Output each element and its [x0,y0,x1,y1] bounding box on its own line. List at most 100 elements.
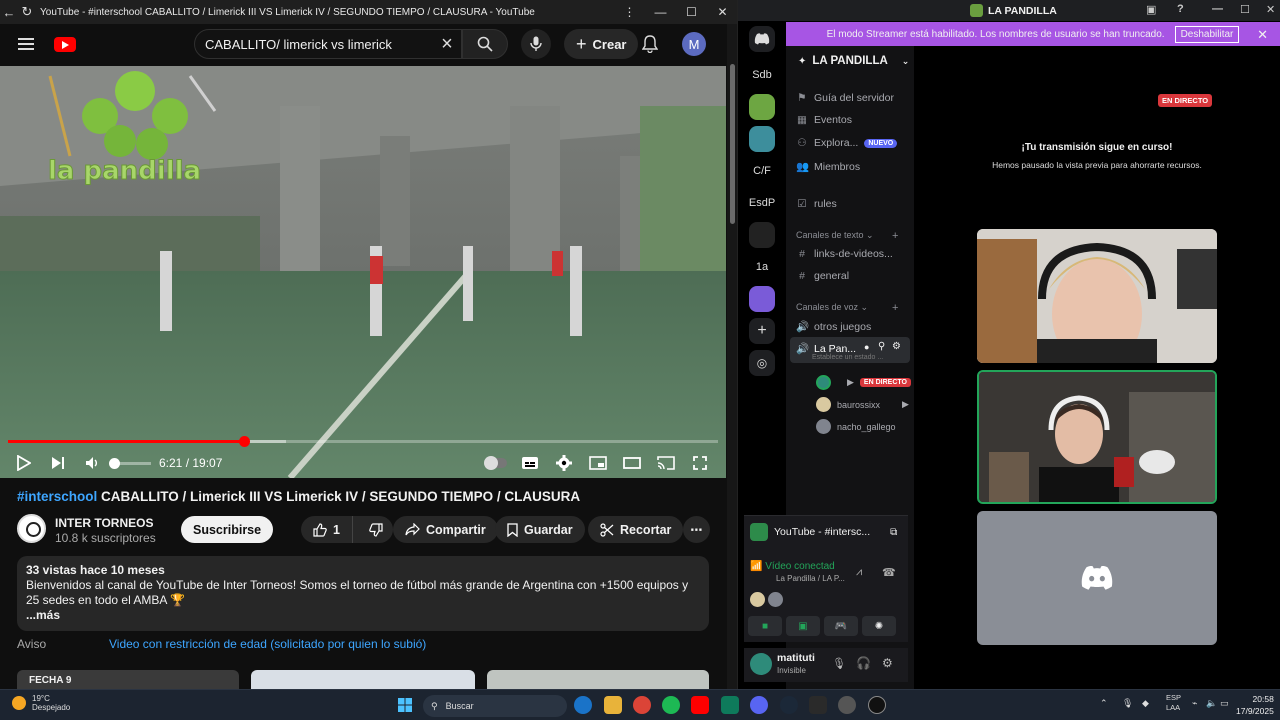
popout-icon[interactable]: ⧉ [890,527,897,538]
text-category[interactable]: Canales de texto ⌄ + [796,230,898,242]
fullscreen-button[interactable] [683,448,717,478]
video-tile-2[interactable] [977,370,1217,504]
server-pixel-3[interactable] [749,222,775,248]
reload-icon[interactable]: ↻ [18,4,36,20]
video-tile-1[interactable] [977,229,1217,363]
help-icon[interactable]: ? [1177,3,1184,15]
server-cf[interactable]: C/F [749,158,775,184]
voice-user-3[interactable]: nacho_gallego [816,419,896,434]
noise-suppression-icon[interactable]: ⩘ [856,566,862,579]
related-thumb-1[interactable]: FECHA 9 [17,670,239,689]
camera-button[interactable]: ■ [748,616,782,636]
tray-app-icon[interactable]: ◆ [1142,698,1149,709]
voice-search-button[interactable] [521,29,551,59]
nav-events[interactable]: ▦ Eventos [796,114,852,126]
account-avatar[interactable]: M [682,32,706,56]
invite-icon[interactable]: ⚲ [878,341,885,352]
minimize-icon[interactable]: — [1212,3,1223,15]
progress-bar[interactable] [8,436,718,447]
tray-chevron-icon[interactable]: ⌃ [1100,698,1108,709]
theater-button[interactable] [615,448,649,478]
taskbar-search[interactable]: ⚲ Buscar [423,695,567,717]
play-button[interactable] [7,448,41,478]
server-purple[interactable] [749,286,775,312]
channel-links[interactable]: # links-de-videos... [796,248,893,260]
save-button[interactable]: Guardar [495,516,585,543]
menu-kebab-icon[interactable]: ⋮ [614,5,645,19]
clear-search-icon[interactable]: × [433,33,461,56]
xbox-icon[interactable] [721,696,739,714]
server-pixel-1[interactable] [749,94,775,120]
activities-button[interactable]: 🎮 [824,616,858,636]
disable-streamer-button[interactable]: Deshabilitar [1174,25,1240,43]
close-icon[interactable]: ✕ [707,5,737,19]
server-esdp[interactable]: EsdP [749,190,775,216]
video-player[interactable]: la pandilla 6:21 / 19:07 [0,66,726,478]
steam-icon[interactable] [780,696,798,714]
nav-explore[interactable]: ⚇ Explora... NUEVO [796,137,898,149]
related-thumb-3[interactable] [487,670,709,689]
autoplay-toggle[interactable] [479,448,513,478]
scrollbar-thumb[interactable] [730,64,735,224]
discord-home-icon[interactable] [749,26,775,52]
network-icon[interactable]: ⌁ [1192,698,1197,709]
maximize-icon[interactable]: ☐ [676,5,707,19]
start-button[interactable] [396,696,414,714]
subscribe-button[interactable]: Suscribirse [181,516,274,543]
nav-server-guide[interactable]: ⚑ Guía del servidor [796,92,894,104]
subtitles-button[interactable] [513,448,547,478]
language-indicator[interactable]: ESP LAA [1166,693,1181,713]
user-avatar[interactable] [750,653,772,675]
voice-otros-juegos[interactable]: 🔊 otros juegos [796,320,871,334]
search-input[interactable] [195,36,433,52]
mute-button[interactable] [75,448,109,478]
microphone-icon[interactable]: 🎙 [832,657,846,670]
spotify-icon[interactable] [662,696,680,714]
next-button[interactable] [41,448,75,478]
minimize-icon[interactable]: — [645,5,676,19]
channel-avatar[interactable] [17,514,46,543]
voice-user-2[interactable]: baurossixx ▶ [816,397,909,412]
notifications-bell-icon[interactable] [640,34,660,54]
file-explorer-icon[interactable] [604,696,622,714]
username[interactable]: matituti [777,652,815,664]
close-banner-icon[interactable]: ✕ [1257,27,1268,43]
chrome-icon[interactable] [633,696,651,714]
epic-games-icon[interactable] [809,696,827,714]
headphones-icon[interactable]: 🎧 [856,656,871,670]
soundboard-button[interactable]: ✺ [862,616,896,636]
progress-scrubber[interactable] [238,436,250,447]
tray-mic-icon[interactable]: 🎙 [1122,698,1133,709]
screen-share-button[interactable]: ▣ [786,616,820,636]
add-server-icon[interactable]: + [749,318,775,344]
obs-icon[interactable] [868,696,886,714]
create-button[interactable]: + Crear [564,29,639,59]
add-channel-icon[interactable]: + [892,230,898,242]
video-tile-3[interactable] [977,511,1217,645]
search-button[interactable] [462,29,508,59]
miniplayer-button[interactable] [581,448,615,478]
youtube-logo[interactable] [54,36,76,52]
close-icon[interactable]: ✕ [1266,3,1275,16]
volume-knob[interactable] [109,457,120,469]
cast-button[interactable] [649,448,683,478]
like-button[interactable]: 1 [301,516,353,543]
voice-category[interactable]: Canales de voz ⌄ + [796,302,898,314]
back-arrow-icon[interactable]: ← [0,5,18,20]
guild-header[interactable]: ✦ LA PANDILLA ⌄ [798,55,909,67]
activity-row[interactable]: YouTube - #intersc... ⧉ [750,523,897,541]
channel-name[interactable]: INTER TORNEOS [55,516,153,530]
add-channel-icon[interactable]: + [892,302,898,314]
more-actions-button[interactable]: ⋯ [683,516,710,543]
youtube-app-icon[interactable] [691,696,709,714]
maximize-icon[interactable]: ☐ [1240,3,1250,16]
description-box[interactable]: 33 vistas hace 10 meses Bienvenidos al c… [17,556,709,631]
explore-servers-icon[interactable]: ◎ [749,350,775,376]
voice-user-me[interactable]: ▶ EN DIRECTO [816,375,911,390]
server-pixel-2[interactable] [749,126,775,152]
disconnect-icon[interactable]: ☎ [882,566,896,579]
chat-icon[interactable]: ● [864,342,869,352]
voice-la-pandilla[interactable]: 🔊 La Pan... ● ⚲ ⚙ Establece un estado ... [790,337,910,363]
gear-icon[interactable]: ⚙ [882,656,893,670]
system-clock[interactable]: 20:58 17/9/2025 [1236,693,1274,717]
